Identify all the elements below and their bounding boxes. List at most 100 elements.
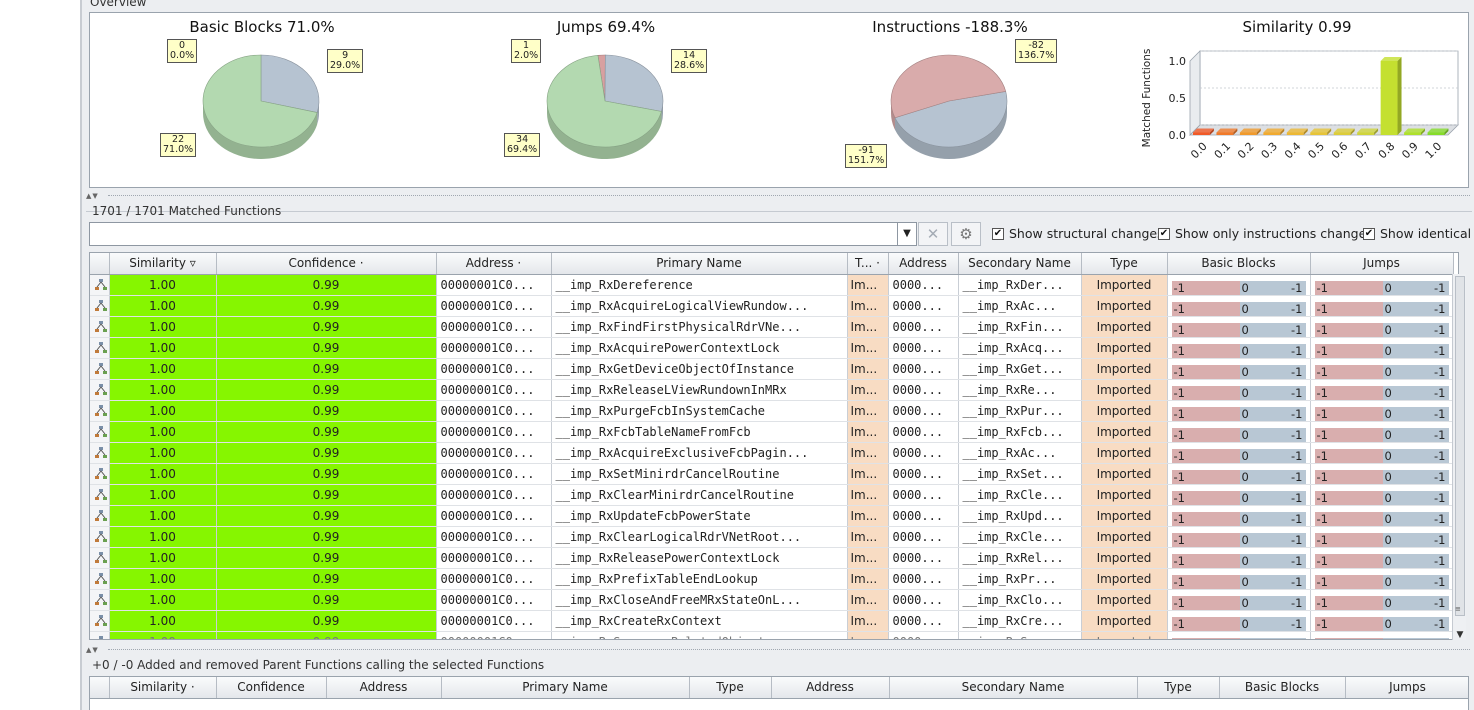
bb-removed: -1 [1171,385,1240,399]
row-icon-cell[interactable] [90,526,110,548]
scroll-down-icon[interactable]: ▼ [1454,630,1466,640]
table-row[interactable]: 1.00 0.99 00000001C0... __imp_RxFindFirstPh… [90,316,1454,338]
row-icon-cell[interactable] [90,568,110,590]
parent-col-similarity[interactable]: Similarity · [109,677,217,699]
col-header-confidence[interactable]: Confidence · [216,253,437,275]
col-header-primary-name[interactable]: Primary Name [551,253,848,275]
primary-address-cell: 00000001C0... [436,484,552,506]
table-row[interactable]: 1.00 0.99 00000001C0... __imp_RxAcquireExcl… [90,442,1454,464]
matched-table-scrollbar[interactable]: ≡ ▼ [1452,274,1466,640]
table-row[interactable]: 1.00 0.99 00000001C0... __imp_RxPrefixTable… [90,568,1454,590]
parent-col-primary-name[interactable]: Primary Name [441,677,690,699]
secondary-name-cell: __imp_RxAc... [958,295,1082,317]
bb-removed: -1 [1171,595,1240,609]
basic-blocks-cell: -10-1 [1167,631,1311,639]
col-header-primary-type[interactable]: T... · [847,253,889,275]
parent-col-confidence[interactable]: Confidence [216,677,327,699]
table-row[interactable]: 1.00 0.99 00000001C0... __imp_RxSetMinirdrC… [90,463,1454,485]
parent-col-secondary-type[interactable]: Type [1137,677,1220,699]
jumps-removed: -1 [1314,427,1383,441]
filter-input[interactable] [89,222,899,246]
secondary-address-cell: 0000... [888,589,959,611]
secondary-type-cell: Imported [1081,442,1168,464]
table-row[interactable]: 1.00 0.99 00000001C0... __imp_RxFcbTableNam… [90,421,1454,443]
parent-col-jumps[interactable]: Jumps [1345,677,1468,699]
jumps-matched: 0 [1384,343,1392,358]
col-header-jumps[interactable]: Jumps [1310,253,1454,275]
clear-filter-button[interactable]: ✕ [918,222,948,246]
bb-matched: 0 [1241,364,1249,379]
primary-name-cell: __imp_RxFcbTableNameFromFcb [551,421,848,443]
row-icon-cell[interactable] [90,505,110,527]
row-icon-cell[interactable] [90,631,110,639]
overview-splitter[interactable]: ▲▼ [82,192,1474,200]
jumps-cell: -10-1 [1310,316,1454,338]
row-icon-cell[interactable] [90,379,110,401]
row-icon-cell[interactable] [90,358,110,380]
jumps-cell: -10-1 [1310,610,1454,632]
row-icon-cell[interactable] [90,484,110,506]
show-identical-checkbox[interactable]: ✔ [1363,228,1375,240]
show-structural-checkbox[interactable]: ✔ [992,228,1004,240]
y-tick-label: 1.0 [1169,55,1187,68]
parent-splitter[interactable]: ▲▼ [82,646,1474,654]
row-icon-cell[interactable] [90,316,110,338]
row-icon-cell[interactable] [90,442,110,464]
table-row[interactable]: 1.00 0.99 00000001C0... __imp_RxReleasePowe… [90,547,1454,569]
filter-settings-button[interactable]: ⚙ [951,222,981,246]
table-row[interactable]: 1.00 0.99 00000001C0... __imp_RxReleaseLVie… [90,379,1454,401]
bb-matched: 0 [1241,406,1249,421]
table-row[interactable]: 1.00 0.99 00000001C0... __imp_RxClearLogica… [90,526,1454,548]
parent-col-primary-address[interactable]: Address [326,677,442,699]
parent-col-secondary-name[interactable]: Secondary Name [889,677,1138,699]
jumps-removed: -1 [1314,574,1383,588]
col-header-secondary-name[interactable]: Secondary Name [958,253,1082,275]
row-icon-cell[interactable] [90,337,110,359]
parent-col-basic-blocks[interactable]: Basic Blocks [1219,677,1346,699]
row-icon-cell[interactable] [90,463,110,485]
table-row[interactable]: 1.00 0.99 00000001C0... __imp_RxGetDeviceOb… [90,358,1454,380]
overview-panel: Basic Blocks 71.0% 0 0.0% 9 29.0% 22 71.0% … [89,12,1469,188]
row-icon-cell[interactable] [90,421,110,443]
table-row[interactable]: 1.00 0.99 00000001C0... __imp_RxAcquireLogi… [90,295,1454,317]
show-identical-label[interactable]: Show identical [1380,226,1471,241]
table-row[interactable]: 1.00 0.99 00000001C0... __imp_RxCloseAndFre… [90,589,1454,611]
parent-col-primary-type[interactable]: Type [689,677,772,699]
row-icon-cell[interactable] [90,400,110,422]
row-icon-cell[interactable] [90,295,110,317]
col-header-secondary-type[interactable]: Type [1081,253,1168,275]
x-tick-label: 0.5 [1305,140,1327,162]
secondary-address-cell: 0000... [888,274,959,296]
x-tick-label: 0.2 [1235,140,1257,162]
parent-col-secondary-address[interactable]: Address [771,677,890,699]
scrollbar-thumb[interactable] [1455,276,1465,616]
jumps-cell: -10-1 [1310,526,1454,548]
secondary-address-cell: 0000... [888,316,959,338]
row-icon-cell[interactable] [90,610,110,632]
col-header-similarity[interactable]: Similarity ▿ [109,253,217,275]
bb-added: -1 [1291,511,1303,526]
row-icon-cell[interactable] [90,589,110,611]
secondary-address-cell: 0000... [888,337,959,359]
col-header-icon[interactable] [90,253,110,275]
col-header-primary-address[interactable]: Address · [436,253,552,275]
jumps-added: -1 [1434,427,1446,442]
filter-dropdown-button[interactable]: ▼ [897,222,917,246]
table-row[interactable]: 1.00 0.99 00000001C0... __imp_RxDereference… [90,274,1454,296]
show-instructions-checkbox[interactable]: ✔ [1158,228,1170,240]
table-row[interactable]: 1.00 0.99 00000001C0... __imp_RxPurgeFcbInS… [90,400,1454,422]
table-row[interactable]: 1.000.9900000001C0...__imp_RxScavengeRel… [90,631,1454,639]
col-header-basic-blocks[interactable]: Basic Blocks [1167,253,1311,275]
row-icon-cell[interactable] [90,547,110,569]
show-instructions-label[interactable]: Show only instructions changed [1175,226,1374,241]
table-row[interactable]: 1.00 0.99 00000001C0... __imp_RxUpdateFcbPo… [90,505,1454,527]
table-row[interactable]: 1.00 0.99 00000001C0... __imp_RxAcquirePowe… [90,337,1454,359]
parent-col-icon[interactable] [90,677,110,699]
jumps-callout-blue: 14 28.6% [671,49,708,73]
table-row[interactable]: 1.00 0.99 00000001C0... __imp_RxCreateRxCon… [90,610,1454,632]
row-icon-cell[interactable] [90,274,110,296]
secondary-type-cell: Imported [1081,610,1168,632]
show-structural-label[interactable]: Show structural changes [1009,226,1164,241]
col-header-secondary-address[interactable]: Address [888,253,959,275]
table-row[interactable]: 1.00 0.99 00000001C0... __imp_RxClearMinird… [90,484,1454,506]
